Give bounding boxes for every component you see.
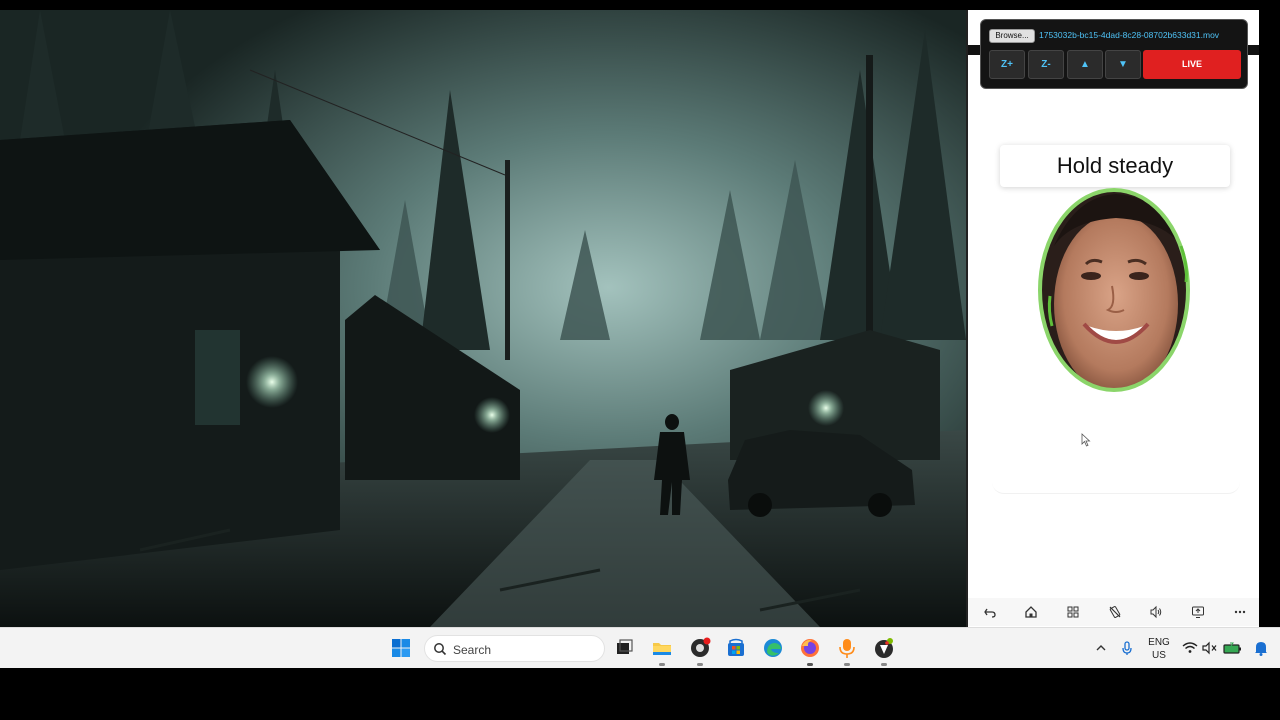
zoom-out-button[interactable]: Z- bbox=[1028, 50, 1064, 79]
chevron-up-icon[interactable] bbox=[1090, 637, 1112, 659]
inkscape-icon[interactable] bbox=[873, 637, 895, 659]
rotate-off-icon[interactable] bbox=[1105, 602, 1125, 622]
battery-icon[interactable] bbox=[1221, 637, 1243, 659]
search-placeholder: Search bbox=[453, 643, 492, 657]
windows-start-icon[interactable] bbox=[390, 637, 412, 659]
selected-file-name: 1753032b-bc15-4dad-8c28-08702b633d31.mov bbox=[1039, 30, 1220, 40]
face-preview bbox=[1040, 190, 1188, 390]
language-code: ENG bbox=[1148, 637, 1170, 648]
mic-icon[interactable] bbox=[1116, 637, 1138, 659]
phone-mirror-window: Browse... 1753032b-bc15-4dad-8c28-08702b… bbox=[966, 10, 1259, 627]
screen-icon[interactable] bbox=[1188, 602, 1208, 622]
taskbar: Search ENG US bbox=[0, 627, 1280, 668]
phone-navigation-bar bbox=[968, 598, 1259, 626]
region-code: US bbox=[1152, 650, 1166, 661]
obs-active-indicator bbox=[697, 663, 703, 666]
home-icon[interactable] bbox=[1021, 602, 1041, 622]
edge-icon[interactable] bbox=[762, 637, 784, 659]
obs-icon[interactable] bbox=[689, 637, 711, 659]
microphone-app-active-indicator bbox=[844, 663, 850, 666]
desktop-wallpaper bbox=[0, 10, 966, 627]
more-icon[interactable] bbox=[1230, 602, 1250, 622]
firefox-icon[interactable] bbox=[799, 637, 821, 659]
wallpaper-scene bbox=[0, 10, 966, 627]
move-up-button[interactable]: ▲ bbox=[1067, 50, 1103, 79]
face-capture-instruction: Hold steady bbox=[1000, 145, 1230, 187]
faint-card-outline bbox=[992, 480, 1240, 494]
video-control-panel: Browse... 1753032b-bc15-4dad-8c28-08702b… bbox=[980, 19, 1248, 89]
back-icon[interactable] bbox=[980, 602, 1000, 622]
browse-button[interactable]: Browse... bbox=[989, 29, 1035, 43]
zoom-in-button[interactable]: Z+ bbox=[989, 50, 1025, 79]
inkscape-active-indicator bbox=[881, 663, 887, 666]
input-language-indicator[interactable]: ENG US bbox=[1147, 636, 1171, 662]
volume-icon[interactable] bbox=[1146, 602, 1166, 622]
apps-icon[interactable] bbox=[1063, 602, 1083, 622]
file-explorer-icon[interactable] bbox=[651, 637, 673, 659]
notification-bell-icon[interactable] bbox=[1250, 637, 1272, 659]
search-icon bbox=[434, 643, 447, 656]
task-view-icon[interactable] bbox=[613, 637, 635, 659]
live-button[interactable]: LIVE bbox=[1143, 50, 1241, 79]
firefox-active-indicator bbox=[807, 663, 813, 666]
wifi-icon[interactable] bbox=[1179, 637, 1201, 659]
store-icon[interactable] bbox=[725, 637, 747, 659]
move-down-button[interactable]: ▼ bbox=[1105, 50, 1141, 79]
file-explorer-active-indicator bbox=[659, 663, 665, 666]
taskbar-search-box[interactable]: Search bbox=[424, 635, 605, 662]
mouse-cursor-icon bbox=[1081, 433, 1091, 447]
microphone-app-icon[interactable] bbox=[836, 637, 858, 659]
screen: Browse... 1753032b-bc15-4dad-8c28-08702b… bbox=[0, 0, 1280, 720]
mute-icon[interactable] bbox=[1199, 637, 1221, 659]
face-capture-oval bbox=[1038, 188, 1190, 392]
